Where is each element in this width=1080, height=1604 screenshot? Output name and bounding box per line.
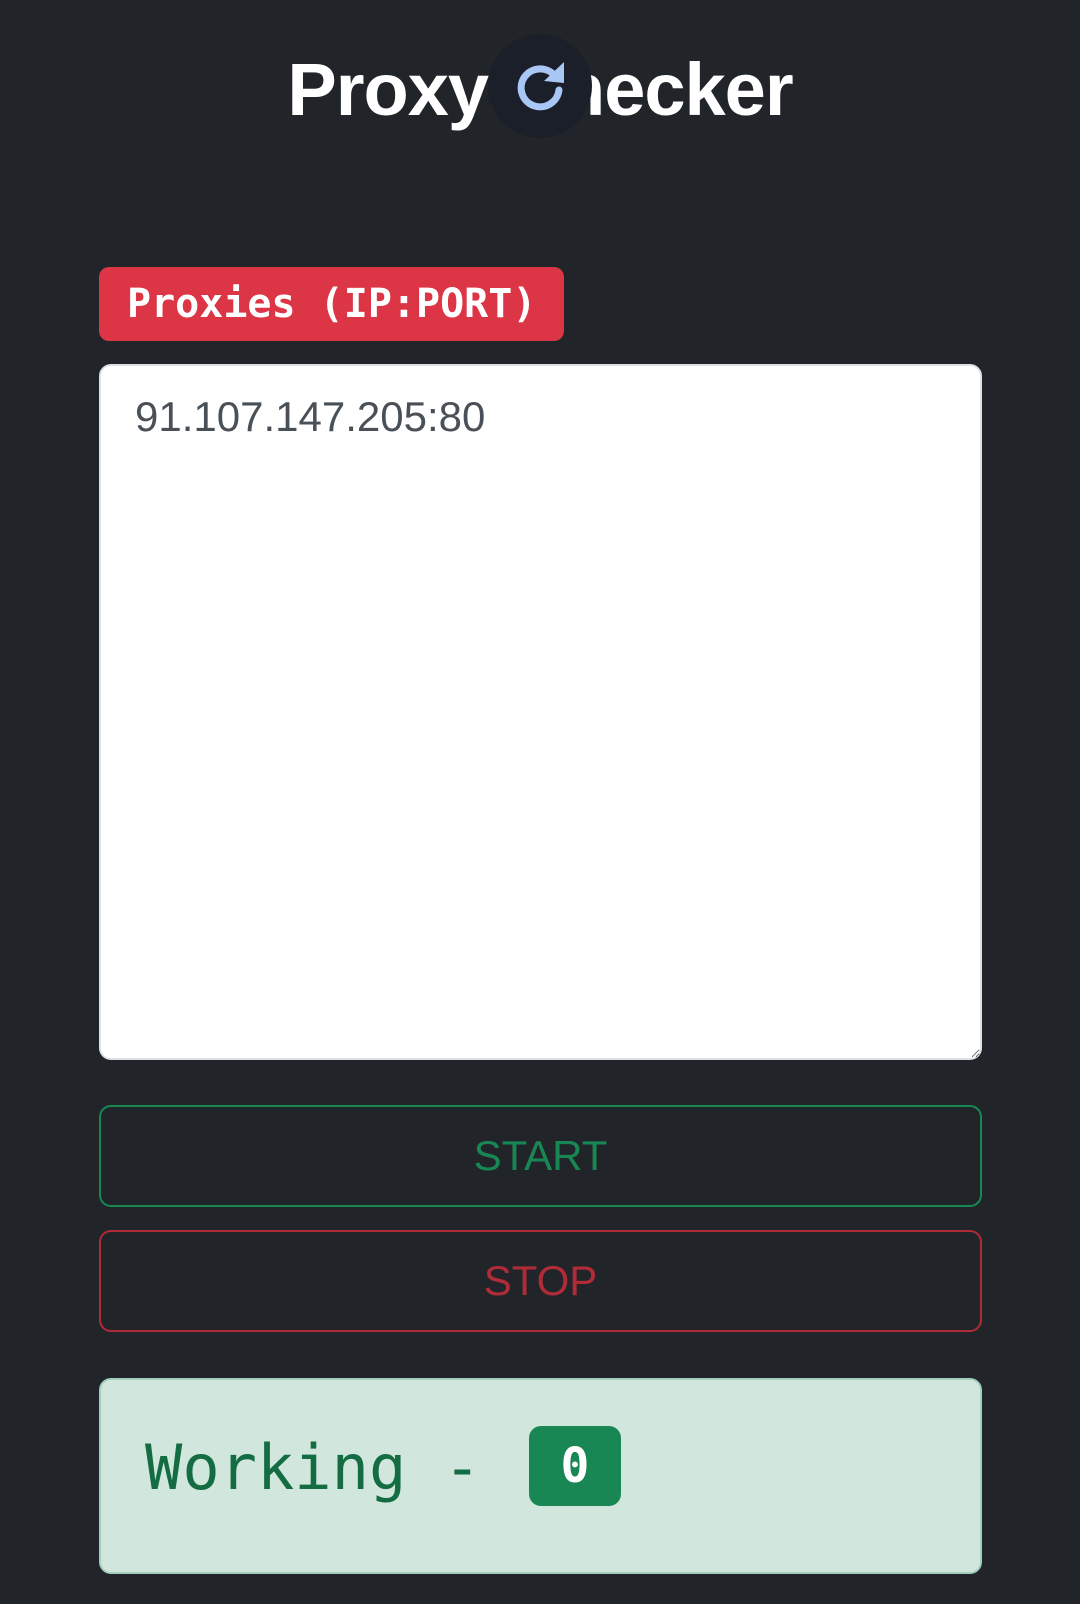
refresh-icon bbox=[517, 62, 564, 111]
refresh-button[interactable] bbox=[488, 34, 592, 138]
stop-button[interactable]: STOP bbox=[99, 1230, 982, 1332]
working-status: Working - 0 bbox=[99, 1378, 982, 1574]
working-label: Working - bbox=[145, 1431, 481, 1504]
proxies-label: Proxies (IP:PORT) bbox=[99, 267, 565, 341]
start-button[interactable]: START bbox=[99, 1105, 982, 1207]
working-count-badge: 0 bbox=[529, 1426, 621, 1506]
proxies-textarea[interactable]: 91.107.147.205:80 bbox=[99, 364, 982, 1060]
